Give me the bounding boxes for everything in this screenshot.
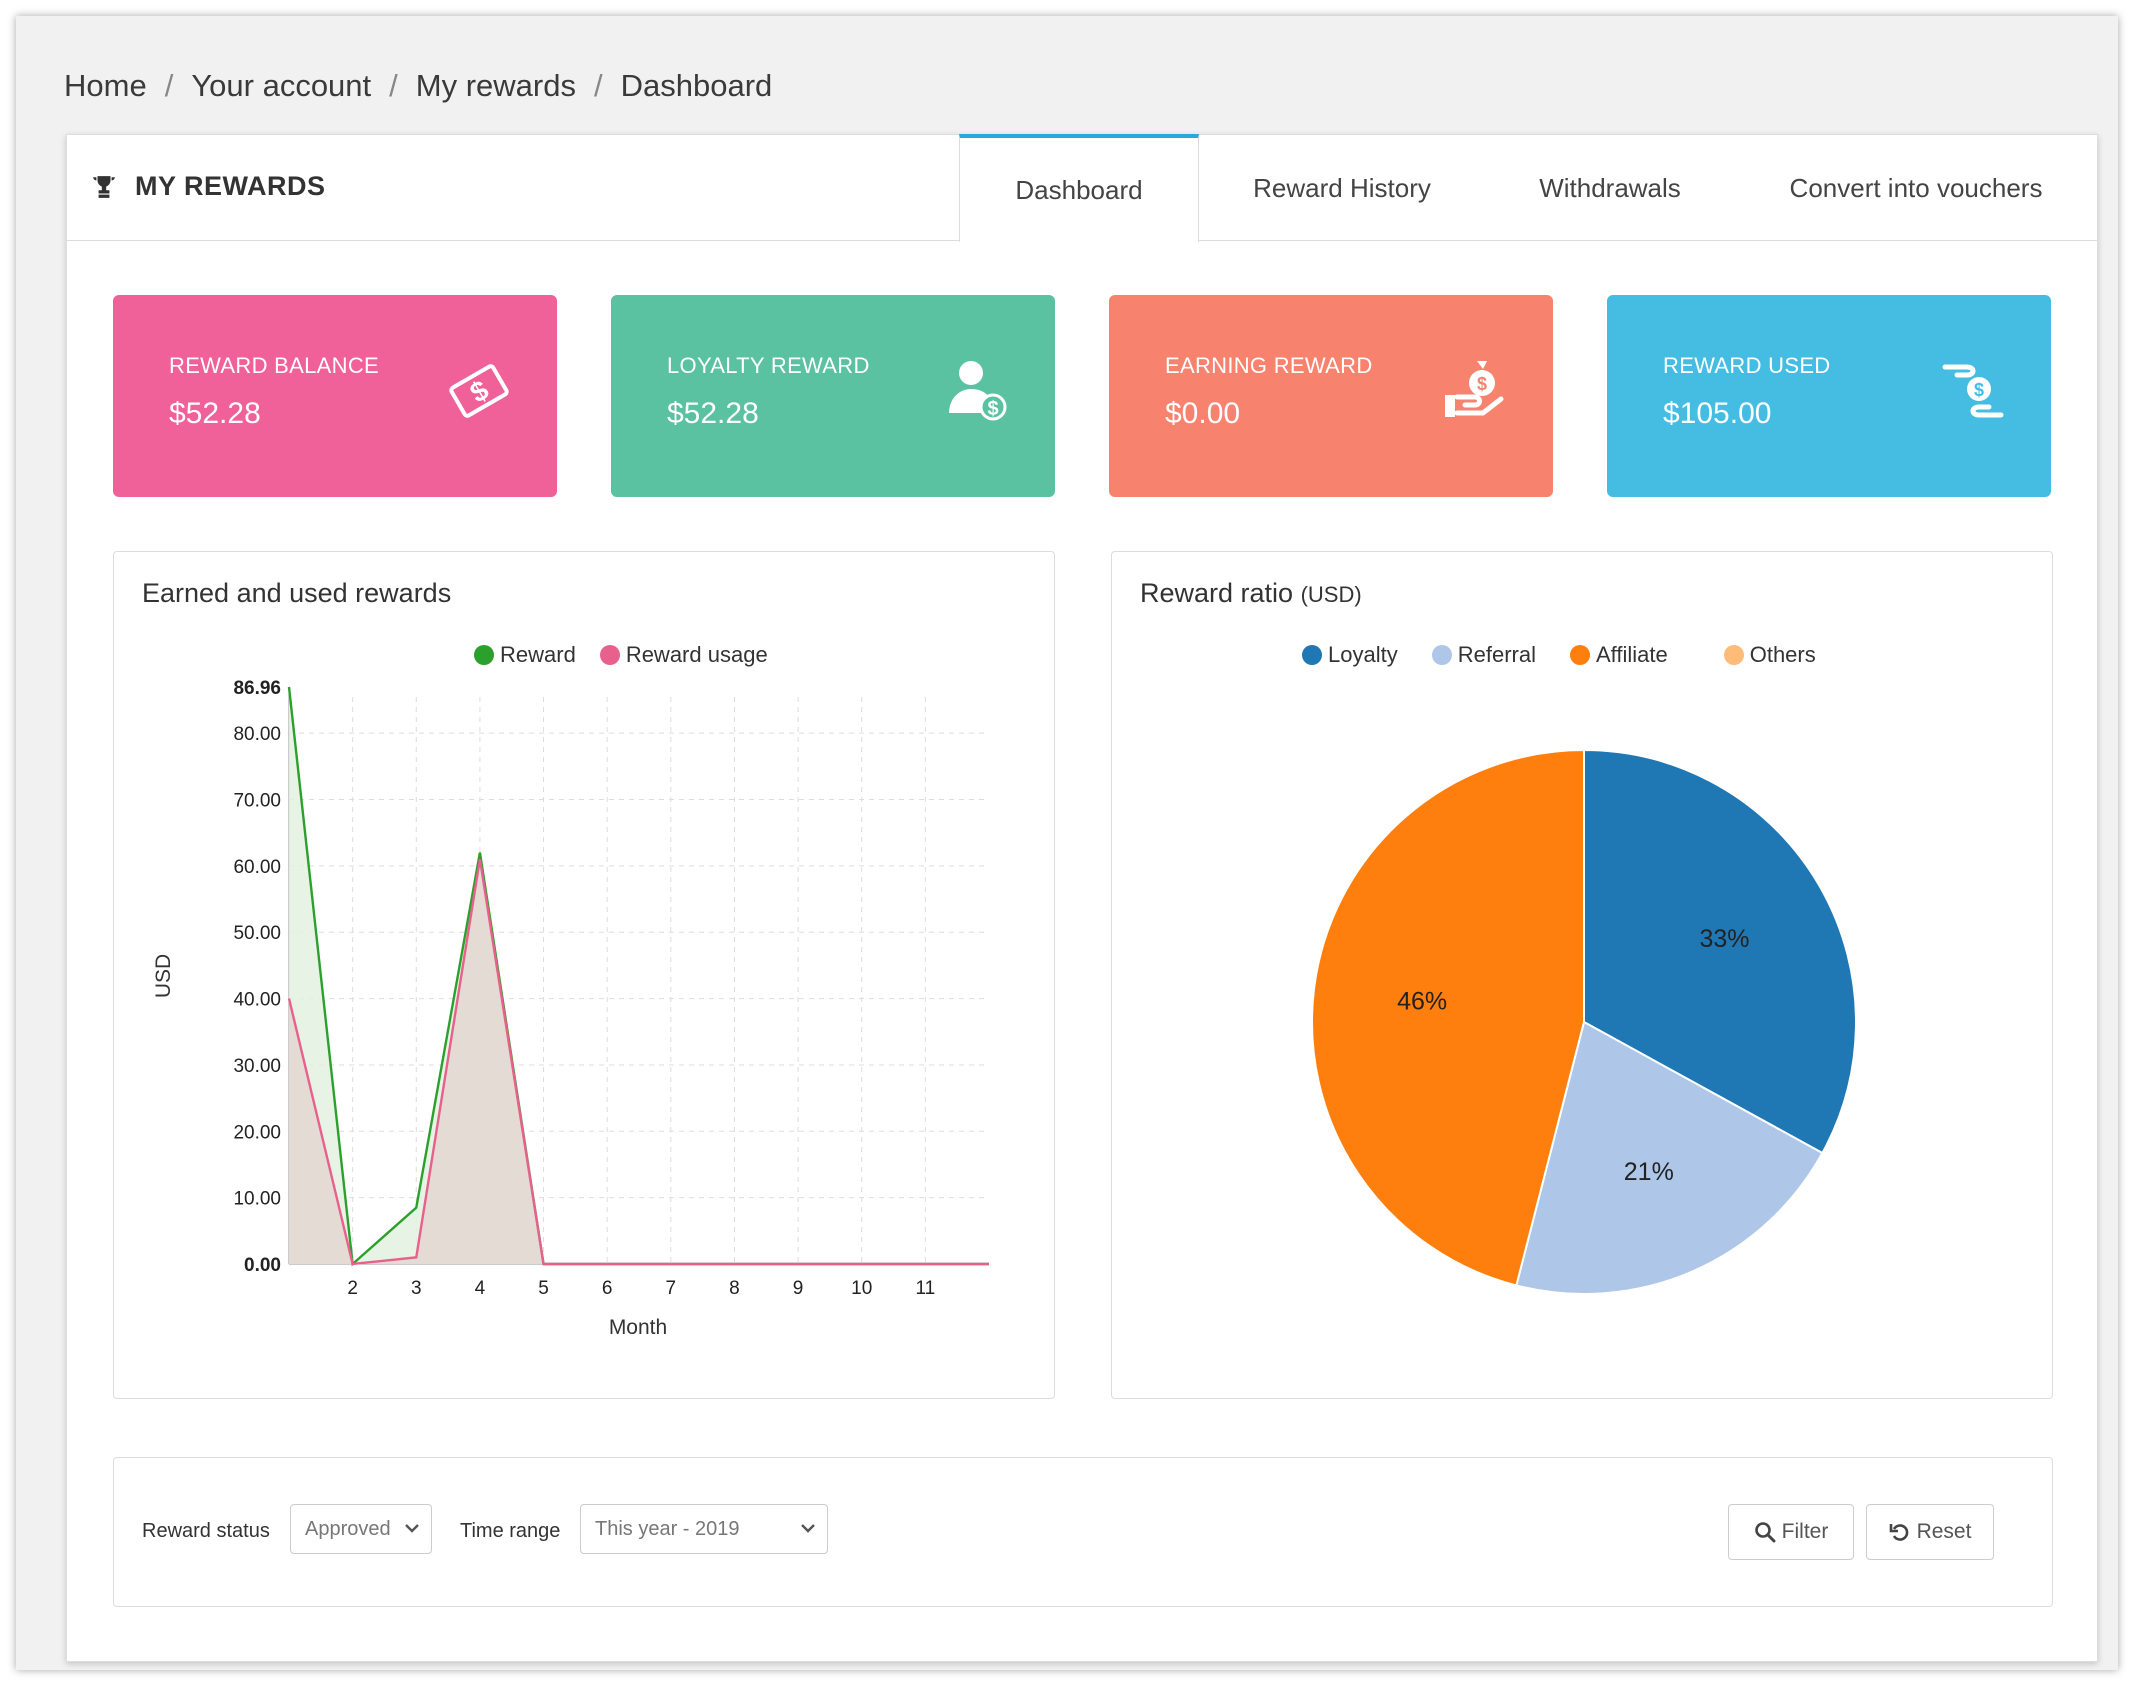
reward-balance-card: REWARD BALANCE $52.28 $ — [113, 295, 557, 497]
money-bag-hand-icon: $ — [1445, 361, 1504, 417]
select-value: Approved — [305, 1517, 391, 1540]
y-tick-label: 20.00 — [233, 1122, 281, 1143]
reset-button-label: Reset — [1916, 1520, 1972, 1543]
reward-status-select[interactable]: Approved — [290, 1504, 432, 1554]
y-axis-title: USD — [152, 954, 175, 998]
series-line-reward — [287, 686, 989, 1267]
y-tick-label: 30.00 — [233, 1056, 281, 1077]
reward-used-card: REWARD USED $105.00 $ — [1607, 295, 2051, 497]
user-dollar-icon: $ — [949, 361, 1007, 421]
reward-status-label: Reward status — [142, 1520, 270, 1542]
chevron-down-icon — [405, 1524, 419, 1533]
dollar-diamond-icon: $ — [449, 364, 509, 418]
breadcrumb-home[interactable]: Home — [64, 68, 147, 104]
breadcrumb-separator: / — [164, 68, 174, 103]
rewards-panel: MY REWARDS Dashboard Reward History With… — [66, 134, 2098, 1662]
x-tick-label: 3 — [411, 1278, 422, 1299]
filter-button[interactable]: Filter — [1728, 1504, 1854, 1560]
card-value: $105.00 — [1663, 397, 1772, 430]
loyalty-reward-card: LOYALTY REWARD $52.28 $ — [611, 295, 1055, 497]
breadcrumb-separator: / — [389, 68, 398, 103]
browser-frame: Home / Your account / My rewards / Dashb… — [16, 16, 2118, 1670]
reward-ratio-chart-box: Reward ratio (USD) Loyalty Referral Affi… — [1111, 551, 2053, 1399]
card-value: $52.28 — [667, 397, 759, 430]
tab-withdrawals[interactable]: Withdrawals — [1485, 135, 1735, 241]
y-tick-label: 50.00 — [233, 923, 281, 944]
earned-used-chart-box: Earned and used rewards Reward Reward us… — [113, 551, 1055, 1399]
y-tick-label: 70.00 — [233, 791, 281, 812]
series-line-reward-usage — [287, 859, 989, 1266]
y-tick-label: 86.96 — [233, 678, 281, 699]
filter-bar: Reward status Approved Time range This y… — [113, 1457, 2053, 1607]
coin-hand-icon: $ — [1942, 364, 2004, 418]
svg-text:$: $ — [987, 398, 998, 420]
select-value: This year - 2019 — [595, 1517, 740, 1540]
reset-button[interactable]: Reset — [1866, 1504, 1994, 1560]
tab-reward-history[interactable]: Reward History — [1199, 135, 1485, 241]
card-value: $52.28 — [169, 397, 261, 430]
y-tick-label: 80.00 — [233, 724, 281, 745]
card-label: REWARD USED — [1663, 353, 1831, 378]
time-range-select[interactable]: This year - 2019 — [580, 1504, 828, 1554]
tab-dashboard[interactable]: Dashboard — [959, 134, 1199, 242]
card-value: $0.00 — [1165, 397, 1241, 430]
x-tick-label: 6 — [602, 1278, 613, 1299]
card-label: REWARD BALANCE — [169, 353, 379, 378]
pie-slice-label: 46% — [1397, 988, 1447, 1016]
breadcrumb-dashboard: Dashboard — [620, 68, 773, 103]
x-tick-label: 7 — [666, 1278, 677, 1299]
panel-header: MY REWARDS Dashboard Reward History With… — [67, 134, 2097, 242]
panel-title-text: MY REWARDS — [135, 171, 326, 201]
breadcrumb: Home / Your account / My rewards / Dashb… — [64, 64, 772, 108]
pie-slice-label: 21% — [1624, 1158, 1674, 1186]
y-tick-label: 0.00 — [244, 1255, 281, 1276]
chevron-down-icon — [801, 1524, 815, 1533]
pie-chart: 33% 21% 46% — [1311, 748, 1857, 1295]
undo-icon — [1889, 1524, 1908, 1541]
x-tick-label: 11 — [915, 1278, 935, 1299]
x-tick-label: 2 — [347, 1278, 358, 1299]
line-chart: 0.00 10.00 20.00 30.00 40.00 50.00 60.00 70.00 8… — [152, 678, 990, 1339]
x-tick-label: 10 — [851, 1278, 872, 1299]
breadcrumb-your-account[interactable]: Your account — [191, 68, 371, 104]
x-tick-label: 4 — [475, 1278, 486, 1299]
summary-cards: REWARD BALANCE $52.28 $ LOYALTY REWARD $… — [113, 295, 2053, 497]
tab-bar: Dashboard Reward History Withdrawals Con… — [959, 134, 2097, 242]
y-tick-label: 40.00 — [233, 990, 281, 1011]
card-label: LOYALTY REWARD — [667, 353, 870, 378]
breadcrumb-separator: / — [593, 68, 603, 103]
series-area-reward — [289, 687, 989, 1264]
time-range-label: Time range — [460, 1520, 561, 1542]
earning-reward-card: EARNING REWARD $0.00 $ — [1109, 295, 1553, 497]
x-tick-label: 5 — [538, 1278, 549, 1299]
x-tick-label: 9 — [793, 1278, 804, 1299]
trophy-icon — [93, 175, 115, 198]
breadcrumb-my-rewards[interactable]: My rewards — [416, 68, 576, 104]
panel-title: MY REWARDS — [91, 171, 326, 202]
svg-text:$: $ — [1477, 374, 1487, 394]
svg-text:$: $ — [1974, 380, 1984, 400]
card-label: EARNING REWARD — [1165, 353, 1373, 378]
filter-button-label: Filter — [1781, 1520, 1829, 1543]
pie-slice-label: 33% — [1699, 925, 1749, 953]
search-icon — [1754, 1522, 1776, 1543]
y-tick-label: 60.00 — [233, 857, 281, 878]
y-tick-label: 10.00 — [233, 1189, 281, 1210]
x-axis-title: Month — [609, 1316, 667, 1339]
tab-convert-vouchers[interactable]: Convert into vouchers — [1735, 135, 2097, 241]
x-tick-label: 8 — [729, 1278, 740, 1299]
series-area-reward-usage — [289, 859, 989, 1264]
